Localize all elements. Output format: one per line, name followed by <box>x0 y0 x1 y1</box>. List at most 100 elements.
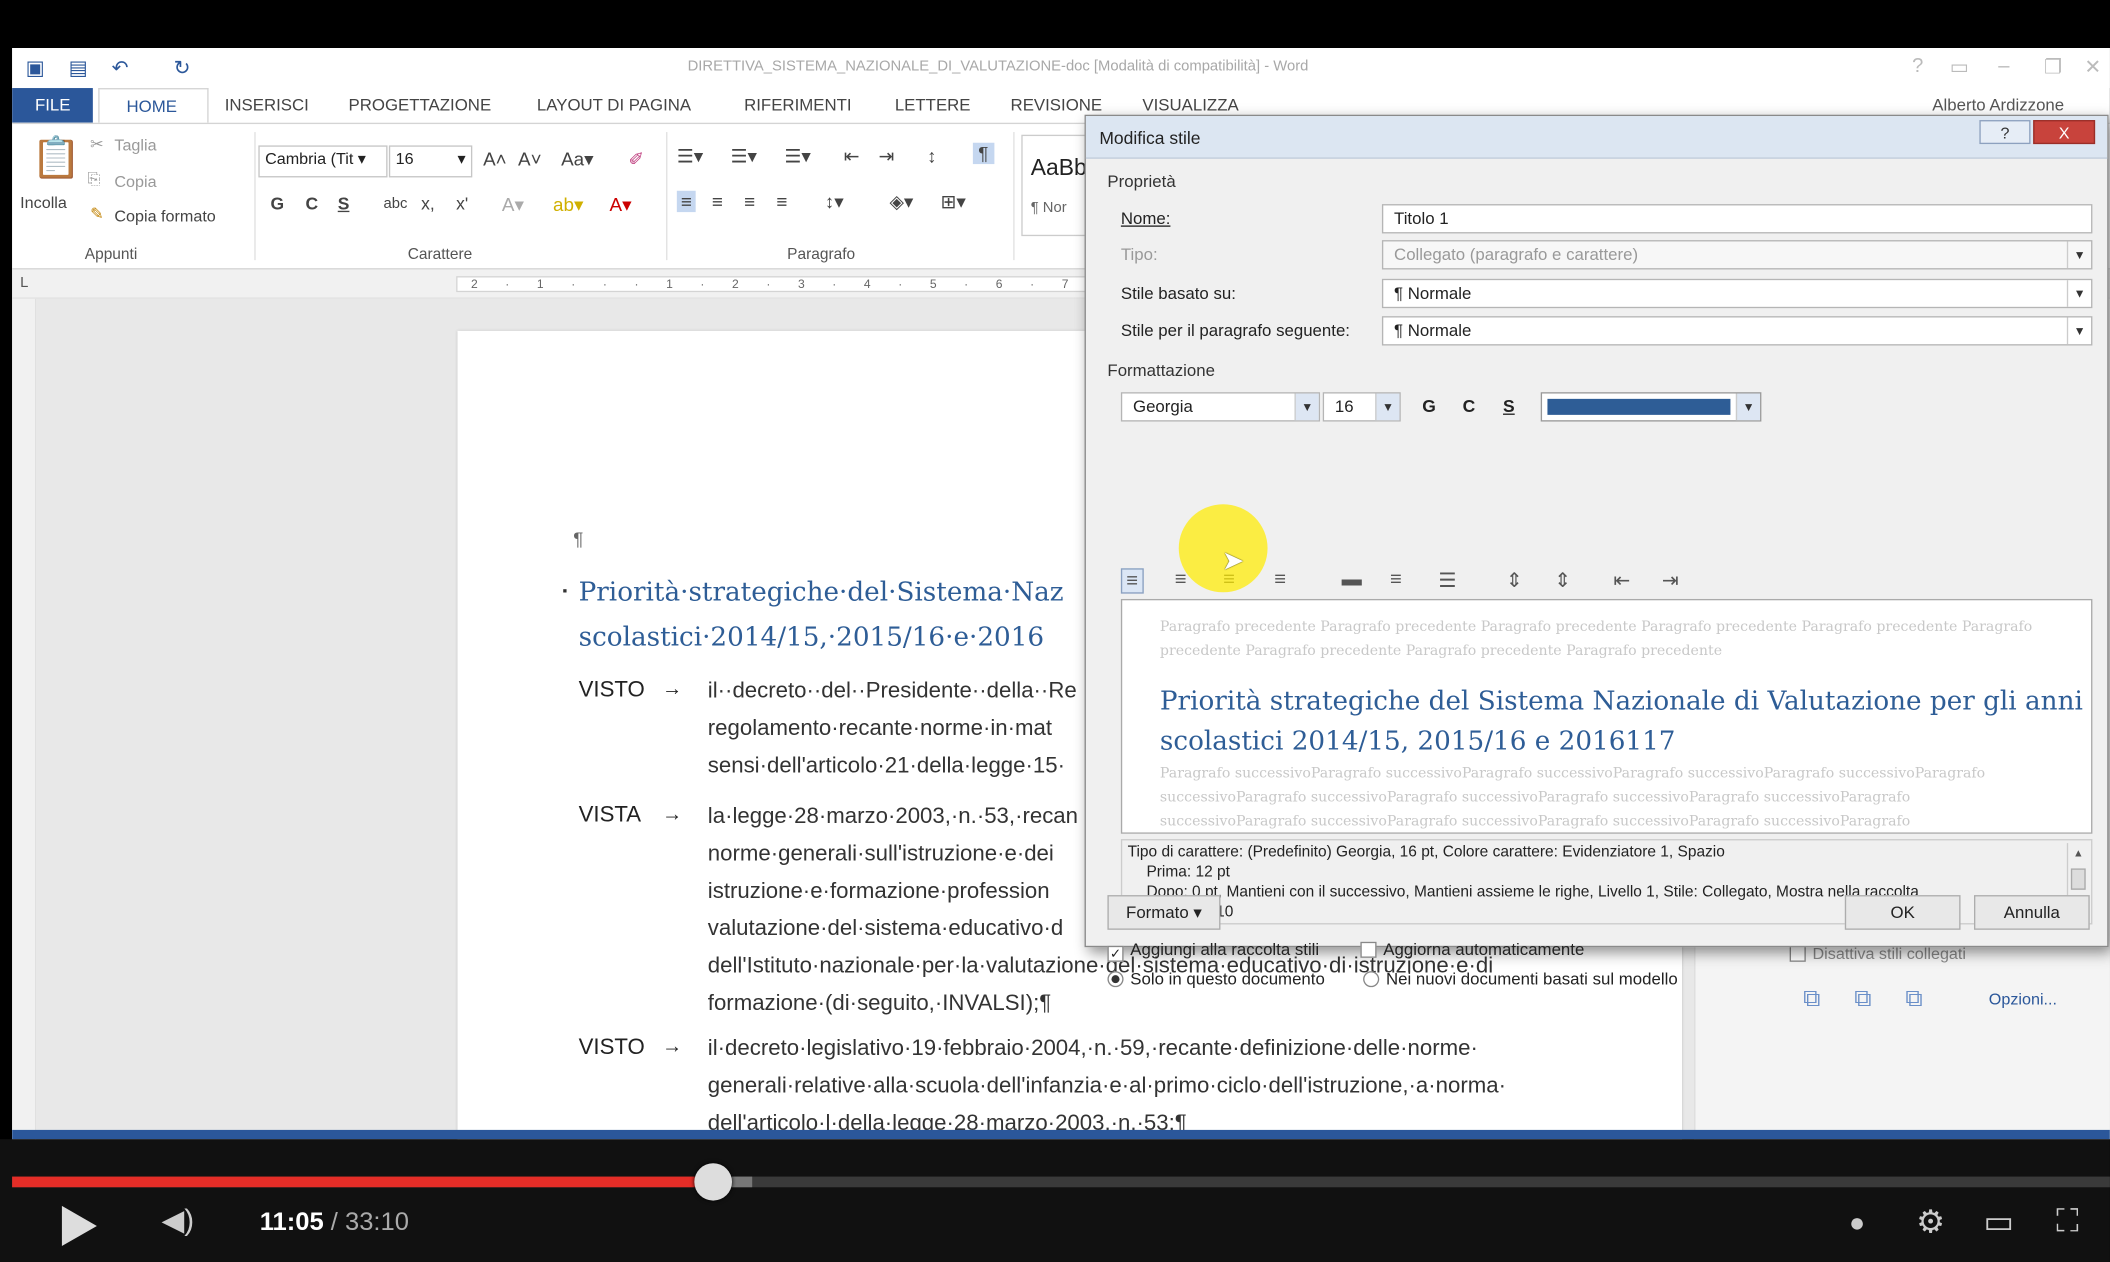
next-style-select[interactable]: ¶ Normale ▼ <box>1381 316 2093 346</box>
new-style-icon[interactable]: ⧉ <box>1803 984 1820 1012</box>
only-this-document-radio[interactable]: Solo in questo documento <box>1107 970 1325 988</box>
tab-revisione[interactable]: REVISIONE <box>1011 96 1103 115</box>
decrease-indent-icon[interactable]: ⇤ <box>1613 568 1630 593</box>
tab-file[interactable]: FILE <box>12 88 93 123</box>
new-documents-radio[interactable]: Nei nuovi documenti basati sul modello <box>1363 970 1678 988</box>
color-picker[interactable]: ▼ <box>1540 392 1762 422</box>
auto-update-checkbox[interactable]: Aggiorna automaticamente <box>1360 940 1584 959</box>
one-half-spacing-icon[interactable]: ≡ <box>1390 568 1402 591</box>
based-on-select[interactable]: ¶ Normale ▼ <box>1381 278 2093 309</box>
cancel-button[interactable]: Annulla <box>1973 895 2090 930</box>
grow-font-icon[interactable]: A˄ <box>483 148 507 169</box>
ruler-scale[interactable]: 2 · 1 · · · 1 · 2 · 3 · 4 · 5 · 6 · 7 · … <box>456 276 1103 293</box>
account-name[interactable]: Alberto Ardizzone <box>1932 96 2064 115</box>
numbering-icon[interactable]: ☰▾ <box>731 145 757 168</box>
minimize-icon[interactable]: – <box>1998 55 2009 78</box>
justify-icon[interactable]: ≡ <box>1274 568 1286 591</box>
size-select[interactable]: 16 ▼ <box>1322 392 1401 422</box>
tab-inserisci[interactable]: INSERISCI <box>225 96 309 115</box>
font-color-icon[interactable]: A▾ <box>610 193 632 216</box>
borders-icon[interactable]: ⊞▾ <box>941 191 966 214</box>
options-link[interactable]: Opzioni... <box>1989 990 2057 1009</box>
space-after-icon[interactable]: ⇕ <box>1554 568 1571 593</box>
manage-styles-icon[interactable]: ⧉ <box>1905 984 1922 1012</box>
tab-home[interactable]: HOME <box>98 88 209 123</box>
maximize-icon[interactable]: ❐ <box>2044 55 2062 79</box>
volume-icon[interactable]: ◀) <box>161 1203 194 1238</box>
underline-toggle[interactable]: S <box>1503 396 1515 416</box>
save-icon[interactable]: ▤ <box>69 56 88 80</box>
settings-gear-icon[interactable]: ⚙ <box>1916 1203 1945 1242</box>
watch-later-icon[interactable]: ● <box>1849 1209 1865 1240</box>
double-spacing-icon[interactable]: ☰ <box>1438 568 1456 593</box>
format-painter-icon[interactable]: ✎ <box>90 204 104 223</box>
copy-icon[interactable]: ⎘ <box>87 169 100 189</box>
tab-riferimenti[interactable]: RIFERIMENTI <box>744 96 851 115</box>
chevron-down-icon[interactable]: ▼ <box>1375 393 1400 421</box>
para-body[interactable]: il··decreto··del··Presidente··della··Re … <box>708 672 1077 784</box>
progress-bar[interactable] <box>12 1163 2110 1201</box>
align-right-icon[interactable]: ≡ <box>744 191 755 212</box>
chevron-down-icon[interactable]: ▼ <box>2066 280 2091 307</box>
highlight-icon[interactable]: ab▾ <box>553 193 583 216</box>
disable-linked-styles-checkbox[interactable]: Disattiva stili collegati <box>1789 944 1966 963</box>
line-spacing-icon[interactable]: ↕▾ <box>825 191 844 214</box>
paste-icon[interactable]: 📋 <box>31 135 81 182</box>
superscript-button[interactable]: x' <box>456 193 468 213</box>
style-inspector-icon[interactable]: ⧉ <box>1854 984 1871 1012</box>
fullscreen-icon[interactable]: ⛶ <box>2056 1203 2079 1240</box>
align-left-icon[interactable]: ≡ <box>1120 568 1144 594</box>
ribbon-options-icon[interactable]: ▭ <box>1950 55 1969 79</box>
name-input[interactable]: Titolo 1 <box>1381 204 2093 234</box>
tab-progettazione[interactable]: PROGETTAZIONE <box>349 96 492 115</box>
dialog-help-button[interactable]: ? <box>1979 120 2031 145</box>
copy-button[interactable]: Copia <box>114 172 156 191</box>
clear-format-icon[interactable]: ✐ <box>628 148 644 171</box>
format-button[interactable]: Formato ▾ <box>1107 895 1221 930</box>
tab-lettere[interactable]: LETTERE <box>895 96 971 115</box>
scrubber-handle[interactable] <box>693 1163 732 1201</box>
text-effects-icon[interactable]: A▾ <box>502 193 524 216</box>
heading-line-2[interactable]: scolastici·2014/15,·2015/16·e·2016 <box>579 622 1045 653</box>
shading-icon[interactable]: ◈▾ <box>889 191 913 214</box>
tab-layout[interactable]: LAYOUT DI PAGINA <box>537 96 691 115</box>
chevron-down-icon[interactable]: ▼ <box>2066 317 2091 345</box>
single-spacing-icon[interactable]: ▬ <box>1342 568 1362 591</box>
underline-button[interactable]: S <box>338 193 350 213</box>
bullets-icon[interactable]: ☰▾ <box>677 145 703 168</box>
font-size-box[interactable]: 16 ▾ <box>388 145 473 178</box>
font-select[interactable]: Georgia ▼ <box>1120 392 1321 422</box>
justify-icon[interactable]: ≡ <box>776 191 787 212</box>
font-name-box[interactable]: Cambria (Tit ▾ <box>258 145 388 178</box>
word-icon[interactable]: ▣ <box>26 56 45 80</box>
align-center-icon[interactable]: ≡ <box>712 191 723 212</box>
format-painter-button[interactable]: Copia formato <box>114 207 215 226</box>
chevron-down-icon[interactable]: ▼ <box>1735 393 1761 421</box>
align-left-icon[interactable]: ≡ <box>676 190 696 213</box>
chevron-down-icon[interactable]: ▼ <box>1294 393 1319 421</box>
help-icon[interactable]: ? <box>1912 55 1923 78</box>
theater-mode-icon[interactable]: ▭ <box>1983 1203 2014 1242</box>
dialog-close-button[interactable]: X <box>2033 120 2096 145</box>
play-icon[interactable] <box>61 1205 97 1246</box>
increase-indent-icon[interactable]: ⇥ <box>879 145 895 168</box>
subscript-button[interactable]: x, <box>421 193 435 213</box>
undo-icon[interactable]: ↶ <box>112 56 129 80</box>
heading-line-1[interactable]: Priorità·strategiche·del·Sistema·Naz <box>579 576 1064 607</box>
decrease-indent-icon[interactable]: ⇤ <box>844 145 860 168</box>
paste-button[interactable]: Incolla <box>20 193 67 212</box>
sort-icon[interactable]: ↕ <box>927 145 936 166</box>
bold-toggle[interactable]: G <box>1422 396 1436 416</box>
para-body[interactable]: il·decreto·legislativo·19·febbraio·2004,… <box>708 1030 1506 1139</box>
italic-toggle[interactable]: C <box>1463 396 1476 416</box>
show-marks-icon[interactable]: ¶ <box>972 142 994 165</box>
cut-button[interactable]: Taglia <box>114 136 156 155</box>
tab-visualizza[interactable]: VISUALIZZA <box>1142 96 1238 115</box>
shrink-font-icon[interactable]: A˅ <box>518 148 542 169</box>
cut-icon[interactable]: ✂ <box>90 135 104 154</box>
space-before-icon[interactable]: ⇕ <box>1506 568 1523 593</box>
tab-stop-selector[interactable]: L <box>20 275 28 291</box>
ok-button[interactable]: OK <box>1844 895 1961 930</box>
italic-button[interactable]: C <box>305 193 318 213</box>
increase-indent-icon[interactable]: ⇥ <box>1662 568 1679 593</box>
